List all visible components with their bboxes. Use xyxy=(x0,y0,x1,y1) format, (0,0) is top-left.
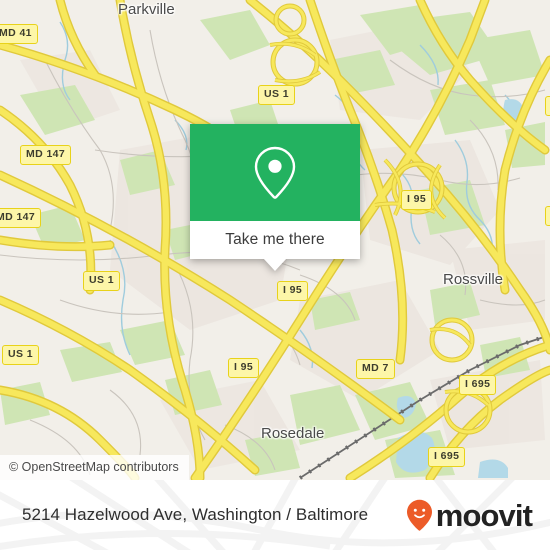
moovit-logo[interactable]: moovit xyxy=(406,497,533,533)
osm-attribution[interactable]: © OpenStreetMap contributors xyxy=(0,455,189,480)
map-pin-icon xyxy=(254,146,296,199)
highway-shield: MD 147 xyxy=(20,145,72,165)
highway-shield: I 695 xyxy=(459,375,497,395)
destination-popup-card[interactable]: Take me there xyxy=(190,124,360,271)
take-me-there-label: Take me there xyxy=(225,231,325,248)
highway-shield: US 1 xyxy=(83,271,120,291)
highway-shield: I 95 xyxy=(545,96,550,116)
place-label: Rossville xyxy=(443,271,504,288)
popup-action-bar[interactable]: Take me there xyxy=(190,221,360,271)
highway-shield: MD 7 xyxy=(356,359,395,379)
place-label: Rosedale xyxy=(261,425,325,442)
highway-shield: I 95 xyxy=(277,281,309,301)
moovit-pin-icon xyxy=(406,499,432,531)
highway-shield: US 1 xyxy=(258,85,295,105)
footer-bar: 5214 Hazelwood Ave, Washington / Baltimo… xyxy=(0,480,550,550)
highway-shield: MD 147 xyxy=(0,208,42,228)
popup-header xyxy=(190,124,360,221)
highway-shield: MD 41 xyxy=(0,24,38,44)
highway-shield: I 95 xyxy=(228,358,260,378)
address-label: 5214 Hazelwood Ave, Washington / Baltimo… xyxy=(22,505,369,524)
place-label: Parkville xyxy=(118,1,175,18)
popup-pointer-tail xyxy=(263,258,287,271)
map-screen: MD 41 US 1 MD 147 I 95 I 95 MD 147 I 95 US 1 I 9… xyxy=(0,0,550,550)
moovit-wordmark: moovit xyxy=(435,497,533,533)
highway-shield: I 95 xyxy=(545,206,550,226)
highway-shield: US 1 xyxy=(2,345,39,365)
highway-shield: I 95 xyxy=(401,190,433,210)
highway-shield: I 695 xyxy=(428,447,466,467)
map-canvas[interactable]: MD 41 US 1 MD 147 I 95 I 95 MD 147 I 95 US 1 I 9… xyxy=(0,0,550,480)
footer-content: 5214 Hazelwood Ave, Washington / Baltimo… xyxy=(0,480,550,550)
